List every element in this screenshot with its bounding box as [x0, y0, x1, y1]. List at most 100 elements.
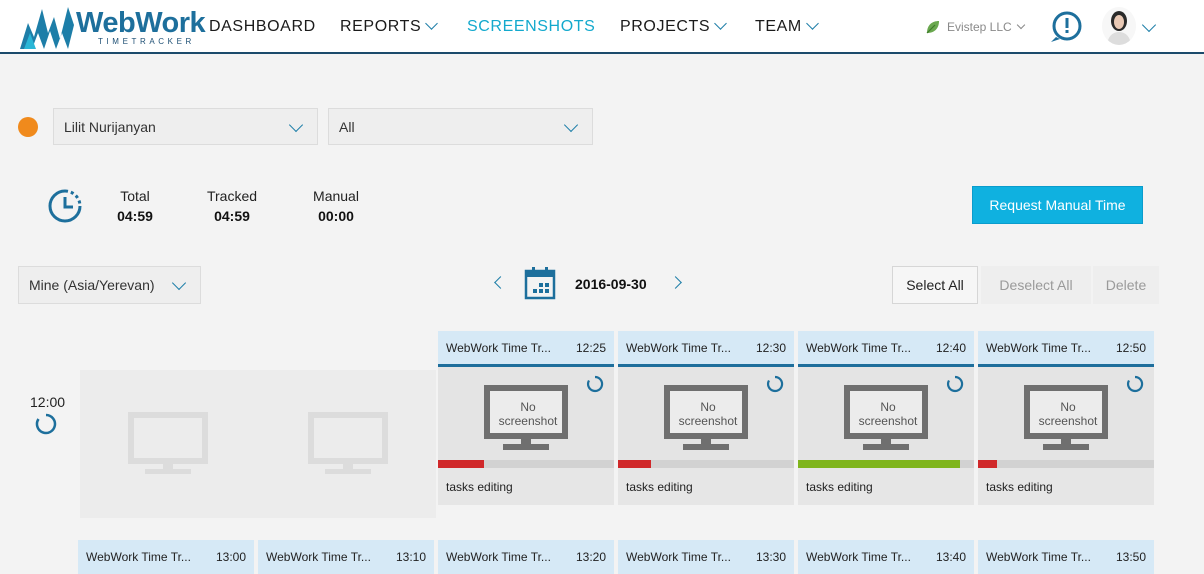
nav-screenshots-label: SCREENSHOTS: [467, 18, 596, 35]
stat-tracked-value: 04:59: [214, 208, 250, 224]
card-screenshot[interactable]: No screenshot: [798, 367, 974, 468]
screenshot-card-header[interactable]: WebWork Time Tr... 13:20: [438, 540, 614, 574]
card-app-name: WebWork Time Tr...: [986, 340, 1091, 355]
chat-exclamation-icon[interactable]: [1048, 9, 1084, 45]
user-avatar[interactable]: [1102, 7, 1136, 45]
chevron-down-icon: [563, 117, 579, 133]
project-select-value: All: [339, 118, 355, 135]
chevron-down-icon: [714, 16, 728, 30]
top-header: WebWork TIMETRACKER DASHBOARD REPORTS SC…: [0, 0, 1204, 54]
card-app-name: WebWork Time Tr...: [446, 340, 551, 355]
card-time: 13:40: [935, 550, 966, 564]
no-screenshot-text: No screenshot: [675, 400, 741, 428]
no-screenshot-line2: screenshot: [678, 414, 738, 428]
logo-mark-icon: [20, 7, 74, 49]
prev-day-arrow-icon[interactable]: [494, 276, 507, 289]
leaf-icon: [926, 21, 939, 34]
timezone-select[interactable]: Mine (Asia/Yerevan): [18, 266, 201, 304]
card-time: 12:25: [575, 340, 606, 355]
chevron-down-icon: [425, 16, 439, 30]
card-header: WebWork Time Tr... 12:25: [438, 331, 614, 367]
next-day-arrow-icon[interactable]: [669, 276, 682, 289]
card-app-name: WebWork Time Tr...: [626, 340, 731, 355]
no-screenshot-line1: No: [520, 400, 536, 414]
nav-reports[interactable]: REPORTS: [340, 0, 439, 54]
deselect-all-button[interactable]: Deselect All: [981, 266, 1091, 304]
request-manual-time-button[interactable]: Request Manual Time: [972, 186, 1143, 224]
user-select[interactable]: Lilit Nurijanyan: [53, 108, 318, 145]
activity-bar: [978, 460, 1154, 468]
logo-subtitle: TIMETRACKER: [98, 37, 195, 46]
delete-button[interactable]: Delete: [1093, 266, 1159, 304]
stat-manual: Manual 00:00: [308, 188, 364, 224]
company-name: Evistep LLC: [947, 20, 1012, 34]
screenshot-card-header[interactable]: WebWork Time Tr... 13:00: [78, 540, 254, 574]
screenshot-card-header[interactable]: WebWork Time Tr... 13:30: [618, 540, 794, 574]
activity-bar: [798, 460, 974, 468]
card-screenshot[interactable]: No screenshot: [438, 367, 614, 468]
row-time-label: 12:00: [30, 394, 66, 410]
loading-spinner-icon: [946, 375, 964, 393]
card-time: 12:30: [755, 340, 786, 355]
clock-icon: [48, 189, 82, 223]
user-select-value: Lilit Nurijanyan: [64, 118, 156, 135]
card-app-name: WebWork Time Tr...: [86, 550, 191, 564]
no-screenshot-line1: No: [700, 400, 716, 414]
company-switcher[interactable]: Evistep LLC: [925, 0, 1025, 54]
nav-dashboard-label: DASHBOARD: [209, 18, 316, 35]
webwork-logo[interactable]: WebWork TIMETRACKER: [18, 3, 206, 51]
card-app-name: WebWork Time Tr...: [806, 550, 911, 564]
chevron-down-icon: [805, 16, 819, 30]
card-screenshot[interactable]: No screenshot: [618, 367, 794, 468]
activity-bar-fill: [978, 460, 998, 468]
stat-total: Total 04:59: [115, 188, 155, 224]
card-time: 13:00: [215, 550, 246, 564]
loading-spinner-icon: [766, 375, 784, 393]
chevron-down-icon: [1016, 20, 1025, 30]
activity-bar-fill: [618, 460, 652, 468]
screenshot-card-header[interactable]: WebWork Time Tr... 13:40: [798, 540, 974, 574]
screenshot-card[interactable]: WebWork Time Tr... 12:30 No screenshot tasks…: [618, 331, 794, 505]
screenshot-card[interactable]: WebWork Time Tr... 12:25 No screenshot tasks…: [438, 331, 614, 505]
card-app-name: WebWork Time Tr...: [266, 550, 371, 564]
calendar-icon[interactable]: [524, 266, 556, 300]
card-task: tasks editing: [618, 468, 794, 505]
no-screenshot-line2: screenshot: [858, 414, 918, 428]
card-time: 13:30: [755, 550, 786, 564]
card-app-name: WebWork Time Tr...: [986, 550, 1091, 564]
nav-screenshots[interactable]: SCREENSHOTS: [467, 0, 595, 54]
card-app-name: WebWork Time Tr...: [446, 550, 551, 564]
no-screenshot-line1: No: [1060, 400, 1076, 414]
nav-dashboard[interactable]: DASHBOARD: [209, 0, 316, 54]
loading-spinner-icon: [586, 375, 604, 393]
screenshot-card-header[interactable]: WebWork Time Tr... 13:50: [978, 540, 1154, 574]
screenshot-card-header[interactable]: WebWork Time Tr... 13:10: [258, 540, 434, 574]
card-screenshot[interactable]: No screenshot: [978, 367, 1154, 468]
card-time: 13:20: [575, 550, 606, 564]
card-header: WebWork Time Tr... 12:40: [798, 331, 974, 367]
card-task: tasks editing: [978, 468, 1154, 505]
screenshot-card[interactable]: WebWork Time Tr... 12:50 No screenshot tasks…: [978, 331, 1154, 505]
no-screenshot-line2: screenshot: [498, 414, 558, 428]
stat-tracked-label: Tracked: [206, 188, 258, 204]
current-date: 2016-09-30: [575, 276, 647, 292]
monitor-icon: [128, 412, 208, 474]
screenshot-card[interactable]: WebWork Time Tr... 12:40 No screenshot tasks…: [798, 331, 974, 505]
loading-spinner-icon: [1126, 375, 1144, 393]
stat-manual-value: 00:00: [318, 208, 354, 224]
timezone-value: Mine (Asia/Yerevan): [29, 277, 155, 293]
stat-manual-label: Manual: [313, 188, 359, 204]
card-app-name: WebWork Time Tr...: [626, 550, 731, 564]
user-status-dot: [18, 117, 38, 137]
avatar-chevron-down-icon[interactable]: [1141, 17, 1157, 33]
no-screenshot-line1: No: [880, 400, 896, 414]
empty-slot: [260, 370, 436, 518]
stat-tracked: Tracked 04:59: [202, 188, 262, 224]
project-select[interactable]: All: [328, 108, 593, 145]
card-time: 13:10: [395, 550, 426, 564]
select-all-button[interactable]: Select All: [892, 266, 978, 304]
card-time: 12:40: [935, 340, 966, 355]
nav-team[interactable]: TEAM: [755, 0, 819, 54]
nav-team-label: TEAM: [755, 18, 802, 35]
nav-projects[interactable]: PROJECTS: [620, 0, 728, 54]
